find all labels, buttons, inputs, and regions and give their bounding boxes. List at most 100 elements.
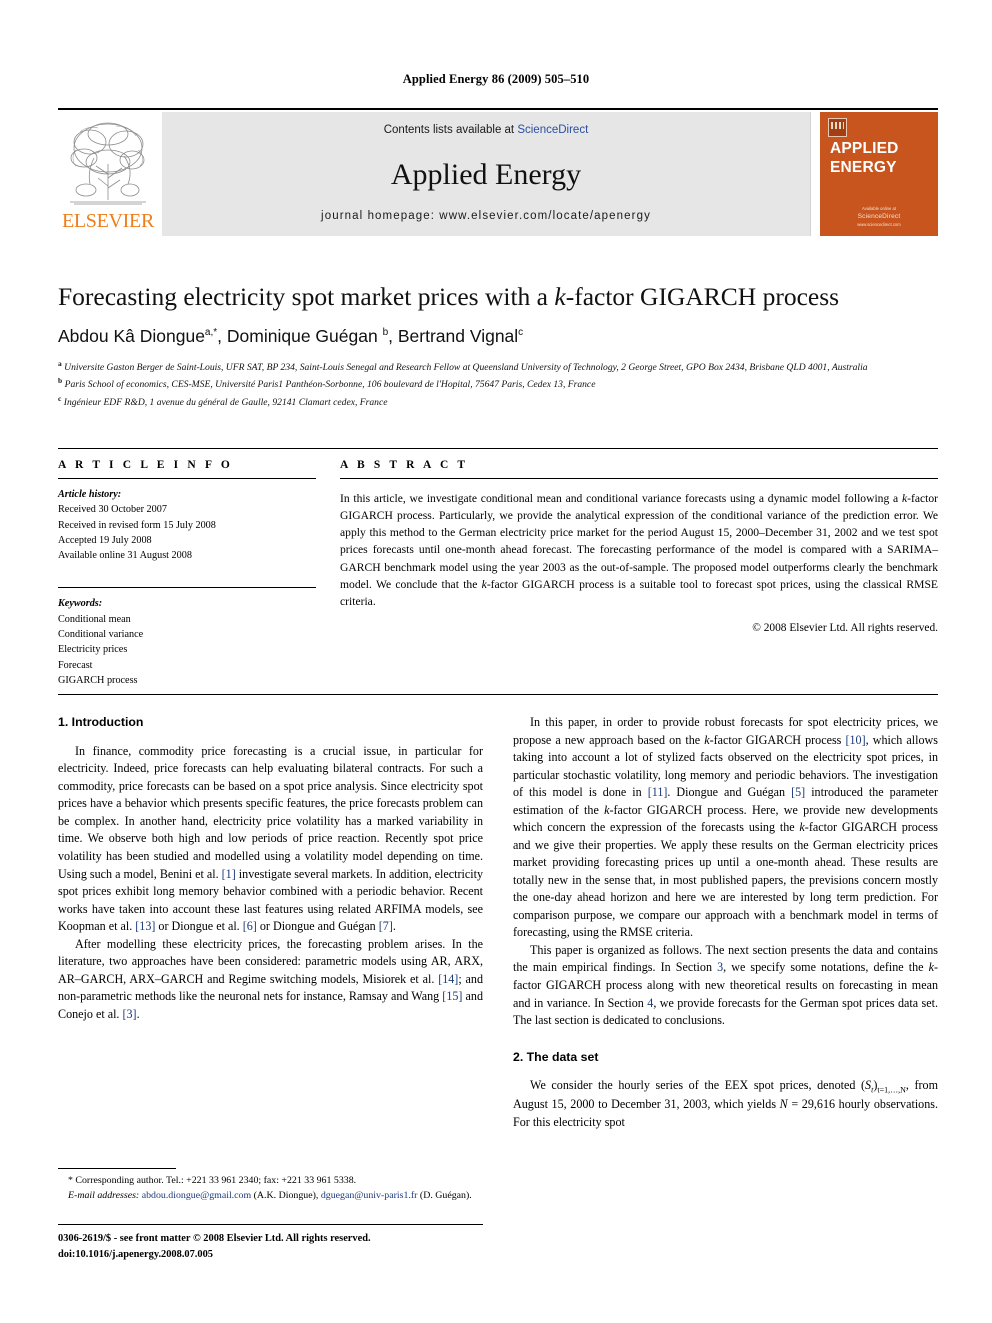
section-heading-data-set: 2. The data set [513, 1049, 599, 1064]
text-run: . [136, 1006, 140, 1021]
elsevier-wordmark: ELSEVIER [61, 210, 155, 232]
right-paragraph-1: In this paper, in order to provide robus… [513, 714, 938, 942]
author-name: Abdou Kâ Diongue [58, 325, 205, 346]
affiliation-item: b Paris School of economics, CES-MSE, Un… [58, 375, 938, 393]
keyword-item: Conditional variance [58, 629, 144, 641]
abstract-column: A B S T R A C T In this article, we inve… [340, 459, 938, 634]
keywords-label: Keywords: [58, 598, 103, 610]
journal-masthead: ELSEVIER Contents lists available at Sci… [58, 108, 938, 236]
math-symbol-N: N [779, 1097, 788, 1112]
journal-cover-thumbnail: APPLIED ENERGY Available online at Scien… [820, 112, 938, 236]
text-run: . [392, 919, 396, 934]
citation-ref[interactable]: [14] [438, 972, 458, 986]
abstract-part-1: In this article, we investigate conditio… [340, 492, 902, 505]
keyword-item: Forecast [58, 659, 93, 671]
cover-emblem-icon [828, 118, 847, 137]
citation-ref[interactable]: [10] [845, 733, 865, 747]
email-link-2-cont[interactable]: univ-paris1.fr [363, 1190, 417, 1201]
intro-paragraph-1: In finance, commodity price forecasting … [58, 743, 483, 936]
keyword-item: Conditional mean [58, 613, 131, 625]
history-item: Accepted 19 July 2008 [58, 534, 152, 546]
citation-ref[interactable]: [1] [222, 867, 236, 881]
article-info-column: A R T I C L E I N F O Article history: R… [58, 459, 316, 688]
text-run: or Diongue et al. [155, 919, 243, 934]
citation-ref[interactable]: [7] [379, 919, 393, 933]
contents-prefix: Contents lists available at [383, 124, 518, 136]
cover-foot-url: www.sciencedirect.com [857, 221, 901, 227]
abstract-body: In this article, we investigate conditio… [340, 490, 938, 610]
abstract-heading: A B S T R A C T [340, 459, 469, 471]
affiliation-text: Ingénieur EDF R&D, 1 avenue du général d… [63, 397, 388, 409]
cover-footer: Available online at ScienceDirect www.sc… [820, 206, 938, 228]
sciencedirect-link[interactable]: ScienceDirect [517, 124, 588, 136]
paper-page: Applied Energy 86 (2009) 505–510 ELSEVIE… [0, 0, 992, 1323]
citation-ref[interactable]: [13] [135, 919, 155, 933]
cover-foot-brand: ScienceDirect [857, 212, 901, 220]
corresponding-author-note: * Corresponding author. Tel.: +221 33 96… [68, 1175, 357, 1186]
citation-ref[interactable]: [15] [442, 989, 462, 1003]
keywords-underline [58, 587, 316, 589]
abstract-copyright: © 2008 Elsevier Ltd. All rights reserved… [752, 622, 938, 635]
affiliation-list: a Universite Gaston Berger de Saint-Loui… [58, 358, 938, 411]
article-history-block: Article history: Received 30 October 200… [58, 487, 316, 563]
text-run: . Diongue and Guégan [667, 785, 792, 800]
text-run: After modelling these electricity prices… [58, 936, 483, 986]
text-run: -factor GIGARCH process and we give thei… [513, 820, 939, 940]
journal-homepage-url[interactable]: journal homepage: www.elsevier.com/locat… [162, 210, 810, 222]
citation-ref[interactable]: [3] [122, 1007, 136, 1021]
affiliation-text: Universite Gaston Berger de Saint-Louis,… [64, 361, 868, 373]
right-paragraph-2: This paper is organized as follows. The … [513, 942, 938, 1030]
footnote-block: * Corresponding author. Tel.: +221 33 96… [58, 1174, 483, 1204]
issn-line: 0306-2619/$ - see front matter © 2008 El… [58, 1233, 371, 1244]
affiliation-item: a Universite Gaston Berger de Saint-Loui… [58, 358, 938, 376]
affiliation-text: Paris School of economics, CES-MSE, Univ… [64, 379, 596, 391]
author-affiliation-mark: c [518, 326, 524, 338]
body-column-left: 1. Introduction In finance, commodity pr… [58, 714, 483, 1023]
email-owner-1: (A.K. Diongue), [251, 1189, 321, 1201]
text-run: , we specify some notations, define the [723, 960, 929, 975]
journal-title: Applied Energy [390, 158, 582, 191]
imprint-block: 0306-2619/$ - see front matter © 2008 El… [58, 1231, 488, 1262]
article-info-heading: A R T I C L E I N F O [58, 459, 233, 471]
intro-paragraph-2: After modelling these electricity prices… [58, 936, 483, 1024]
affiliation-item: c Ingénieur EDF R&D, 1 avenue du général… [58, 393, 938, 411]
citation-ref[interactable]: [6] [243, 919, 257, 933]
info-section-rule [58, 448, 938, 449]
running-head: Applied Energy 86 (2009) 505–510 [402, 72, 590, 86]
title-k-italic: k [554, 282, 566, 311]
elsevier-tree-icon [70, 122, 146, 205]
doi-line: doi:10.1016/j.apenergy.2008.07.005 [58, 1248, 213, 1260]
article-info-underline [58, 478, 316, 479]
author-affiliation-mark: b [382, 326, 389, 338]
text-run: In finance, commodity price forecasting … [58, 743, 483, 881]
abstract-part-2: -factor GIGARCH process. Particularly, w… [340, 492, 938, 591]
cover-emblem-bars [831, 122, 844, 129]
imprint-rule [58, 1224, 483, 1225]
email-link-2[interactable]: dguegan@ [321, 1190, 364, 1201]
keyword-item: Electricity prices [58, 644, 128, 656]
article-history-label: Article history: [58, 489, 122, 500]
history-item: Received 30 October 2007 [58, 504, 167, 516]
title-part-1: Forecasting electricity spot market pric… [58, 282, 555, 311]
cover-title: APPLIED ENERGY [830, 140, 899, 176]
text-run: -factor GIGARCH process [709, 732, 846, 747]
author-name: Bertrand Vignal [397, 325, 519, 346]
page-title: Forecasting electricity spot market pric… [58, 282, 938, 313]
citation-ref[interactable]: [11] [648, 785, 668, 799]
author-affiliation-mark: a,* [204, 326, 218, 338]
footnote-rule [58, 1168, 176, 1169]
citation-ref[interactable]: [5] [791, 785, 805, 799]
email-link-1[interactable]: abdou.diongue@gmail.com [142, 1190, 251, 1201]
history-item: Available online 31 August 2008 [58, 550, 192, 562]
email-label: E-mail addresses: [68, 1189, 140, 1201]
affiliation-mark: a [58, 358, 62, 368]
affiliation-mark: c [58, 394, 62, 404]
data-paragraph-1: We consider the hourly series of the EEX… [513, 1077, 938, 1131]
title-block: Forecasting electricity spot market pric… [58, 282, 938, 411]
abstract-underline [340, 478, 938, 479]
email-owner-2: (D. Guégan). [417, 1189, 472, 1201]
keyword-item: GIGARCH process [58, 674, 138, 686]
elsevier-logo: ELSEVIER [58, 112, 158, 236]
body-column-right: In this paper, in order to provide robus… [513, 714, 938, 1131]
math-subscript-range: t=1,…,N [877, 1085, 906, 1095]
